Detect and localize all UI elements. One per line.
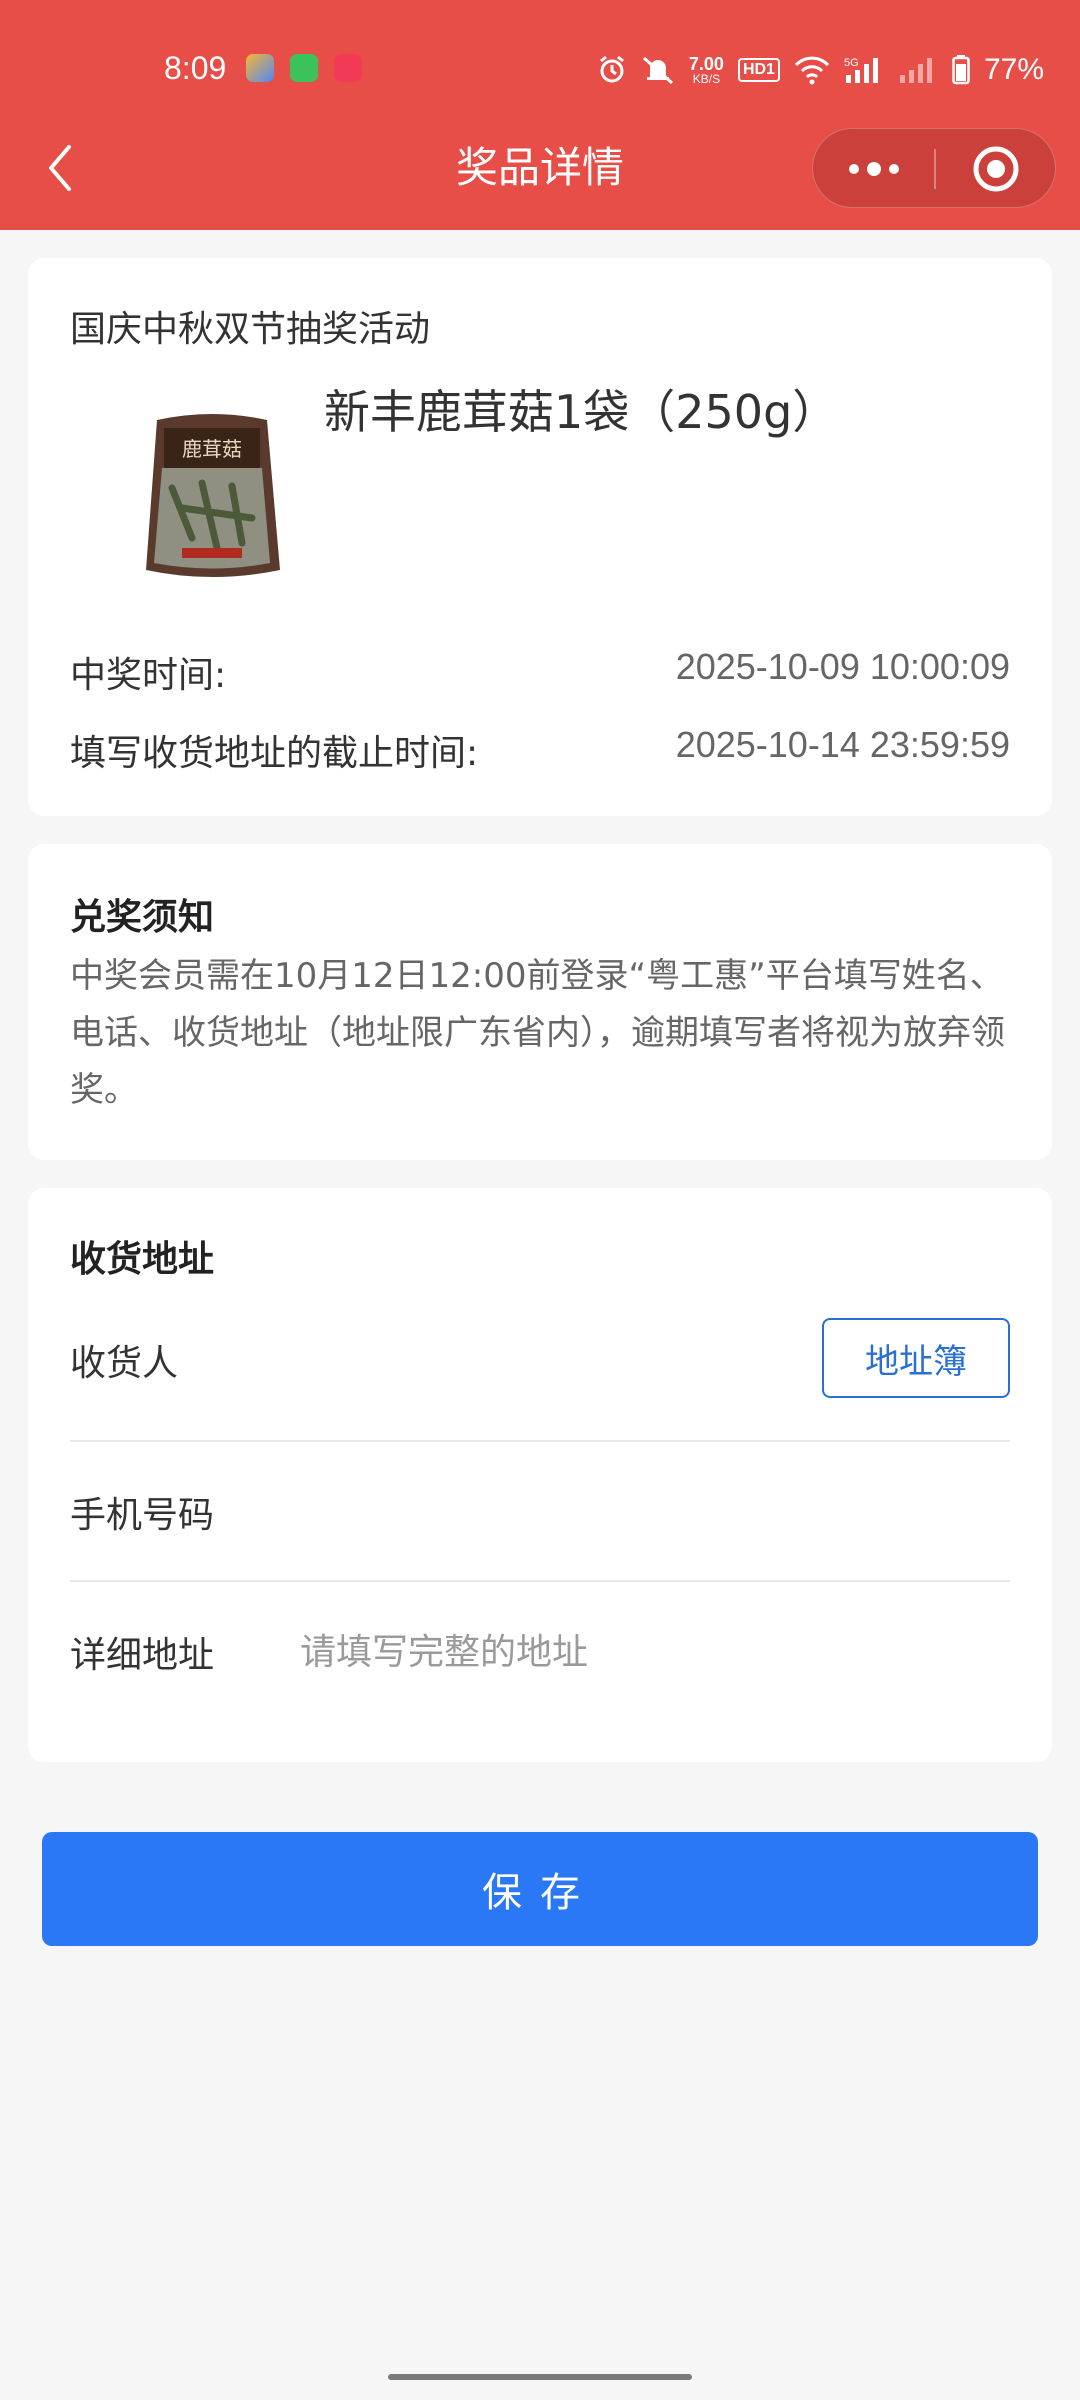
prize-name: 新丰鹿茸菇1袋（250g） [324,385,839,439]
home-indicator[interactable] [388,2374,692,2380]
address-section-title: 收货地址 [70,1239,215,1280]
activity-title: 国庆中秋双节抽奖活动 [70,309,431,350]
deadline-row: 填写收货地址的截止时间: 2025-10-14 23:59:59 [70,724,1010,776]
music-notification-icon [334,54,362,82]
svg-text:鹿茸菇: 鹿茸菇 [182,437,242,461]
miniprogram-capsule [812,128,1056,208]
message-notification-icon [290,54,318,82]
svg-text:5G: 5G [844,57,859,69]
deadline-label: 填写收货地址的截止时间: [70,733,479,774]
deadline-value: 2025-10-14 23:59:59 [675,724,1010,765]
detail-address-label: 详细地址 [70,1635,215,1676]
signal-weak-icon [899,58,932,83]
divider [70,1580,1010,1582]
nav-bar: 奖品详情 [0,120,1080,216]
prize-product-image: 鹿茸菇 [146,414,280,577]
address-book-button[interactable]: 地址簿 [822,1318,1010,1398]
win-time-row: 中奖时间: 2025-10-09 10:00:09 [70,646,1010,698]
more-button[interactable] [813,129,935,209]
receiver-label: 收货人 [70,1343,179,1384]
win-time-label: 中奖时间: [70,655,227,696]
app-notification-icon [246,54,274,82]
divider [70,1440,1010,1442]
win-time-value: 2025-10-09 10:00:09 [675,646,1010,687]
alarm-icon [599,55,624,83]
status-bar: 8:09 7.00 KB/S HD1 5G 77% [0,40,1080,100]
battery-icon [952,55,970,85]
redeem-notice-card: 兑奖须知 中奖会员需在10月12日12:00前登录“粤工惠”平台填写姓名、电话、… [28,844,1052,1160]
target-close-icon [973,146,1019,192]
signal-5g-icon: 5G [844,57,878,83]
shipping-address-card: 收货地址 收货人 地址簿 手机号码 详细地址 [28,1188,1052,1762]
network-speed: 7.00 KB/S [688,54,724,86]
phone-input[interactable] [300,1477,1010,1547]
phone-label: 手机号码 [70,1495,215,1536]
detail-address-row: 详细地址 [70,1602,1010,1702]
notice-title: 兑奖须知 [70,897,215,938]
battery-percent: 77% [983,53,1044,86]
app-header: 8:09 7.00 KB/S HD1 5G 77% 奖品详情 [0,0,1080,230]
save-button[interactable]: 保存 [42,1832,1038,1946]
status-time: 8:09 [164,50,227,86]
close-miniprogram-button[interactable] [935,129,1057,209]
prize-card: 国庆中秋双节抽奖活动 鹿茸菇 新丰鹿茸菇1袋（250g） 中奖时间: 2025-… [28,258,1052,816]
hd-icon: HD1 [737,58,780,82]
wifi-icon [794,56,830,85]
notice-text: 中奖会员需在10月12日12:00前登录“粤工惠”平台填写姓名、电话、收货地址（… [70,956,1005,1110]
status-indicators: 7.00 KB/S HD1 5G 77% [597,50,1044,90]
silent-icon [642,56,673,85]
detail-address-input[interactable] [300,1617,1010,1687]
phone-row: 手机号码 [70,1462,1010,1562]
